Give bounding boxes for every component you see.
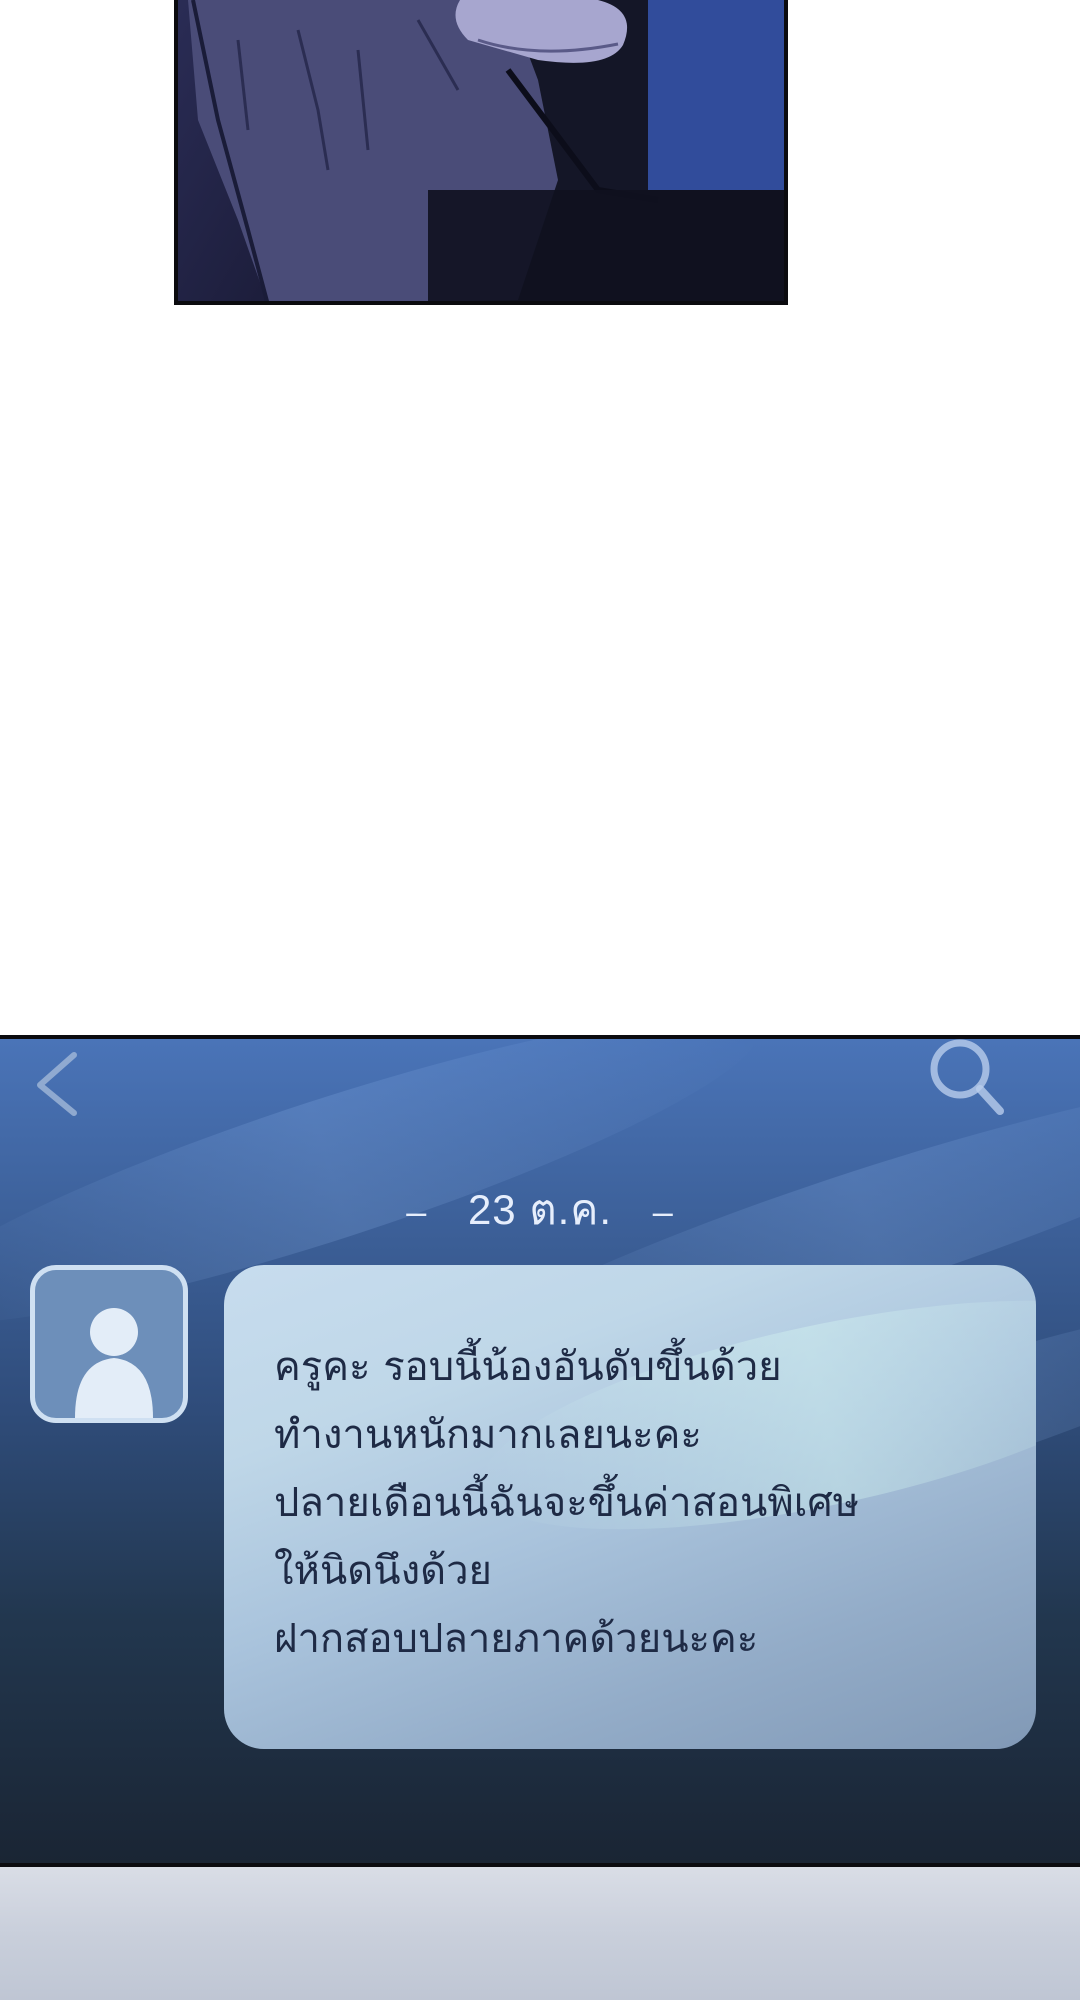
message-text: ครูคะ รอบนี้น้องอันดับขึ้นด้วย ทำงานหนัก… bbox=[274, 1333, 1014, 1673]
chat-date: 23 ต.ค. bbox=[467, 1186, 613, 1233]
chat-panel: – 23 ต.ค. – ครูคะ รอบนี้น้องอันดับขึ้นด้… bbox=[0, 1035, 1080, 1867]
message-line: ฝากสอบปลายภาคด้วยนะคะ bbox=[274, 1616, 759, 1662]
comic-panel-hand bbox=[174, 0, 788, 305]
message-line: ให้นิดนึงด้วย bbox=[274, 1548, 492, 1594]
chevron-left-icon[interactable] bbox=[28, 1047, 88, 1117]
comic-panel-next bbox=[0, 1867, 1080, 2000]
date-dash-right: – bbox=[652, 1191, 674, 1232]
search-icon[interactable] bbox=[920, 1035, 1010, 1123]
message-line: ครูคะ รอบนี้น้องอันดับขึ้นด้วย bbox=[274, 1344, 782, 1390]
avatar[interactable] bbox=[30, 1265, 188, 1423]
date-dash-left: – bbox=[406, 1191, 428, 1232]
message-line: ทำงานหนักมากเลยนะคะ bbox=[274, 1412, 702, 1458]
message-bubble: ครูคะ รอบนี้น้องอันดับขึ้นด้วย ทำงานหนัก… bbox=[224, 1265, 1036, 1749]
hand-illustration bbox=[188, 0, 784, 301]
message-line: ปลายเดือนนี้ฉันจะขึ้นค่าสอนพิเศษ bbox=[274, 1480, 860, 1526]
chat-date-divider: – 23 ต.ค. – bbox=[0, 1177, 1080, 1243]
person-icon bbox=[75, 1308, 153, 1418]
